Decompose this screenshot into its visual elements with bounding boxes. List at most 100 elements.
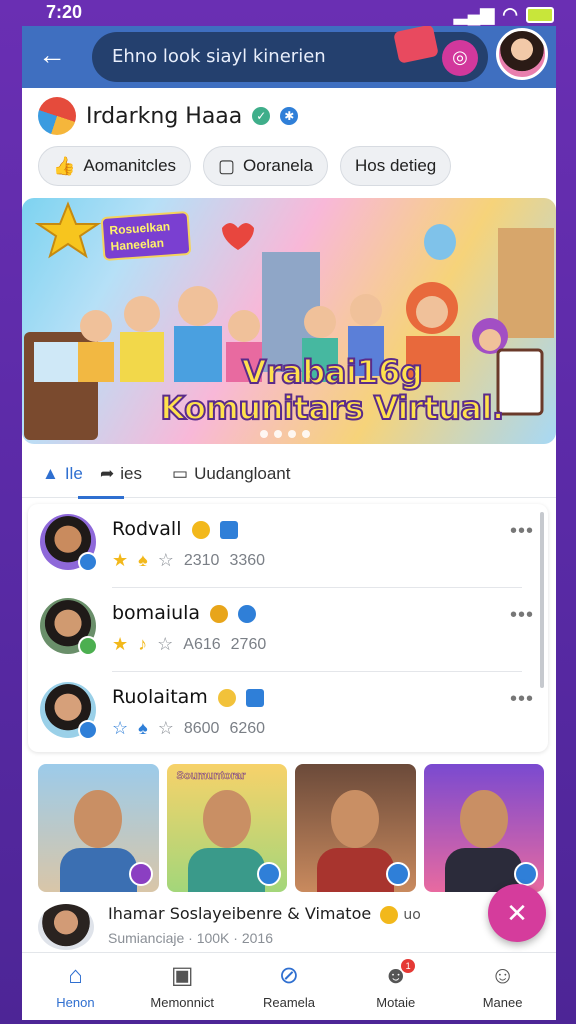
chip-label: Ooranela xyxy=(243,156,313,175)
avatar[interactable] xyxy=(38,904,94,950)
camera-search-icon[interactable]: ◎ xyxy=(442,40,478,76)
photo-face xyxy=(459,789,508,849)
briefcase-icon xyxy=(219,520,238,539)
nav-profile[interactable]: ☺ Manee xyxy=(449,953,556,1020)
chip-like[interactable]: 👍 Aomanitcles xyxy=(38,146,192,186)
more-options-icon[interactable]: ••• xyxy=(510,688,534,711)
nav-explore[interactable]: ⊘ Reamela xyxy=(236,953,343,1020)
emoji-icon xyxy=(217,688,236,707)
list-item[interactable]: Rodvall ★ ♠ ☆ 2310 3360 ••• xyxy=(28,504,548,588)
verified-icon xyxy=(514,862,538,886)
stat-value: 6260 xyxy=(229,719,266,737)
action-chips: 👍 Aomanitcles ▢ Ooranela Hos detieg xyxy=(38,146,452,186)
star-outline-icon: ☆ xyxy=(157,718,174,738)
tab-indicator xyxy=(78,496,124,499)
stat-value: 3360 xyxy=(229,551,266,569)
clock-icon xyxy=(191,520,210,539)
status-time: 7:20 xyxy=(46,2,83,22)
list-item[interactable]: bomaiula ★ ♪ ☆ A616 2760 ••• xyxy=(28,588,548,672)
tab-label: ies xyxy=(120,464,142,483)
back-arrow-icon[interactable]: ← xyxy=(38,40,68,70)
gallery-photo[interactable] xyxy=(295,764,416,892)
verified-icon xyxy=(78,720,98,740)
app-window: ← Ehno look siayl kinerien ◎ Irdarkng Ha… xyxy=(22,26,556,1020)
nav-groups[interactable]: ☻ 1 Motaie xyxy=(342,953,449,1020)
star-shape xyxy=(34,201,102,259)
tab-label: Uudangloant xyxy=(194,464,291,483)
banner-title-line2: Komunitars Virtual. xyxy=(159,389,505,427)
more-options-icon[interactable]: ••• xyxy=(510,520,534,543)
star-outline-icon: ☆ xyxy=(157,634,174,654)
star-outline-icon: ☆ xyxy=(157,550,174,570)
member-list: Rodvall ★ ♠ ☆ 2310 3360 ••• bomaiula ★ ♪… xyxy=(28,504,548,752)
tab-bar: ▲ Ile ➦ ies ▭ Uudangloant xyxy=(22,454,556,499)
search-input[interactable]: Ehno look siayl kinerien ◎ xyxy=(92,26,488,82)
star-outline-icon: ☆ xyxy=(112,718,129,738)
page-title: Irdarkng Haaa xyxy=(86,103,243,129)
group-logo xyxy=(38,97,76,135)
nav-home[interactable]: ⌂ Henon xyxy=(22,953,129,1020)
notification-badge: 1 xyxy=(401,959,416,973)
people-icon: ▲ xyxy=(42,464,59,483)
dot xyxy=(302,430,310,438)
balloon xyxy=(424,224,456,260)
scrollbar[interactable] xyxy=(540,512,544,688)
tab-invite[interactable]: ▭ Uudangloant xyxy=(172,464,290,484)
nav-label: Motaie xyxy=(376,995,416,1010)
badge-icon: ♠ xyxy=(138,550,148,570)
chip-more[interactable]: Hos detieg xyxy=(339,146,452,186)
verified-icon xyxy=(78,636,98,656)
stat-value: 8600 xyxy=(183,719,220,737)
post-tag: uo xyxy=(403,907,421,923)
gallery-photo[interactable] xyxy=(423,764,544,892)
nav-label: Reamela xyxy=(262,995,315,1010)
tab-home[interactable]: ▲ Ile xyxy=(42,464,83,484)
thumbs-up-icon: 👍 xyxy=(53,155,76,176)
sticker-icon xyxy=(393,26,439,64)
profile-icon: ☺ xyxy=(490,962,515,989)
post-meta: Sumianciaje · 100K · 2016 xyxy=(108,930,273,946)
verified-icon xyxy=(238,604,257,623)
dot xyxy=(274,430,282,438)
share-icon: ➦ xyxy=(100,464,115,483)
photo-face xyxy=(202,789,251,849)
carousel-dots[interactable] xyxy=(260,430,310,438)
verified-icon xyxy=(78,552,98,572)
compose-fab-button[interactable]: ✕ xyxy=(488,884,546,942)
photo-body xyxy=(316,848,394,892)
star-icon: ★ xyxy=(112,550,129,570)
list-item[interactable]: Ruolaitam ☆ ♠ ☆ 8600 6260 ••• xyxy=(28,672,548,756)
banner-badge: Rosuelkan Haneelan xyxy=(100,210,192,262)
profile-header: Irdarkng Haaa ✓ ✱ xyxy=(38,96,299,136)
coin-icon xyxy=(210,604,229,623)
status-bar: 7:20 ▂▄▆ ◠ xyxy=(0,0,576,28)
bottom-navigation: ⌂ Henon ▣ Memonnict ⊘ Reamela ☻ 1 Motaie… xyxy=(22,952,556,1020)
compass-icon: ⊘ xyxy=(278,962,300,989)
dot xyxy=(260,430,268,438)
tab-share[interactable]: ➦ ies xyxy=(100,464,142,484)
nav-label: Henon xyxy=(56,995,95,1010)
stat-value: 2310 xyxy=(183,551,220,569)
message-icon: ▢ xyxy=(218,155,236,176)
hero-banner[interactable]: Rosuelkan Haneelan Vrabai16g Komunitars … xyxy=(22,198,556,444)
nav-label: Memonnict xyxy=(150,995,214,1010)
post-preview[interactable]: Ihamar Soslayeibenre & Vimatoe uo Sumian… xyxy=(38,900,498,950)
member-name: bomaiula xyxy=(112,602,257,624)
user-avatar[interactable] xyxy=(496,28,548,80)
app-bar: ← Ehno look siayl kinerien ◎ xyxy=(22,26,556,88)
gallery-photo[interactable]: Soumuntorar xyxy=(166,764,287,892)
verified-icon xyxy=(385,862,410,886)
battery-icon xyxy=(526,6,554,23)
heart-shape xyxy=(222,223,254,250)
nav-calendar[interactable]: ▣ Memonnict xyxy=(129,953,236,1020)
music-icon: ♪ xyxy=(138,634,148,654)
chip-message[interactable]: ▢ Ooranela xyxy=(203,146,328,186)
photo-face xyxy=(74,789,123,849)
banner-title: Vrabai16g Komunitars Virtual. xyxy=(122,353,542,427)
photo-face xyxy=(331,789,380,849)
member-stats: ★ ♠ ☆ 2310 3360 xyxy=(112,550,265,571)
verified-icon: ✓ xyxy=(252,107,271,125)
more-options-icon[interactable]: ••• xyxy=(510,604,534,627)
chip-label: Hos detieg xyxy=(354,156,437,175)
gallery-photo[interactable] xyxy=(38,764,159,892)
